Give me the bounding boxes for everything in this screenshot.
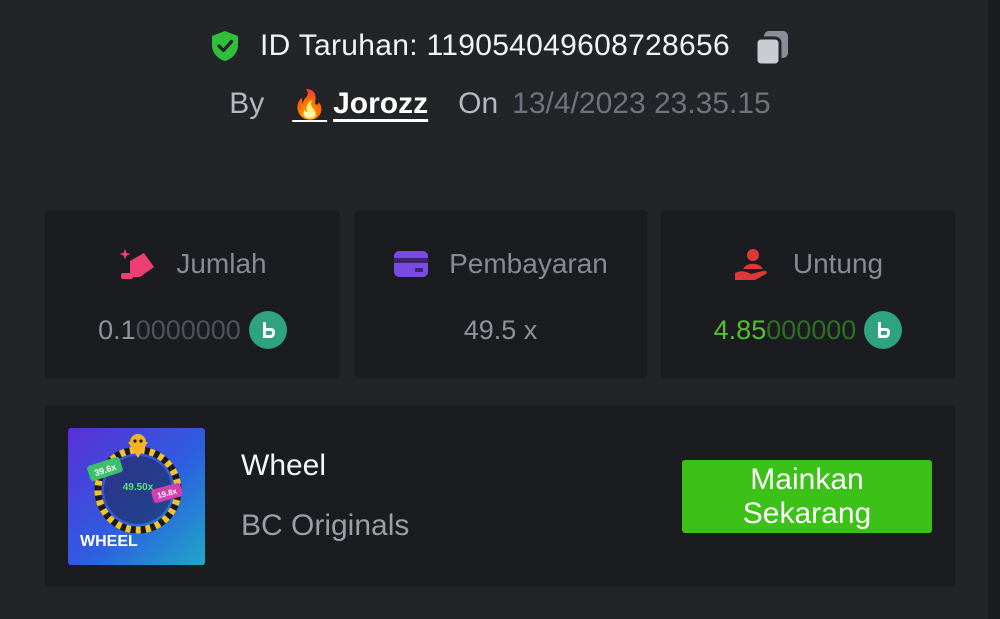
payout-value: 49.5 x (463, 314, 538, 345)
on-label: On (458, 87, 499, 120)
copy-icon[interactable] (752, 28, 792, 68)
game-name[interactable]: Wheel (241, 449, 326, 483)
stat-card-payout: Pembayaran 49.5 x (354, 210, 647, 378)
profit-value-decimals: 000000 (766, 314, 857, 345)
profit-value-main: 4.85 (713, 314, 767, 345)
game-thumbnail[interactable]: 49.50x 39.6x 19.8x WHEEL (68, 428, 205, 565)
game-card: 49.50x 39.6x 19.8x WHEEL Wheel BC Origin… (45, 405, 955, 587)
amount-value-decimals: 0000000 (135, 314, 241, 345)
bet-amount-icon (119, 249, 155, 279)
play-now-button[interactable]: Mainkan Sekarang (682, 460, 932, 533)
username-link[interactable]: 🔥 Jorozz (292, 87, 428, 121)
stat-label-profit: Untung (792, 248, 884, 279)
bc-coin-icon (248, 311, 287, 349)
stat-label-amount: Jumlah (176, 248, 267, 279)
bet-id-row: ID Taruhan: 119054049608728656 (0, 22, 1000, 70)
thumb-center-multiplier: 49.50x (123, 482, 154, 493)
by-label: By (229, 87, 265, 120)
bet-id-text: ID Taruhan: 119054049608728656 (260, 29, 730, 62)
author-row: By 🔥 Jorozz On 13/4/2023 23.35.15 (0, 82, 1000, 126)
thumb-wheel-title: WHEEL (80, 533, 138, 550)
wheel-game-image: 49.50x 39.6x 19.8x WHEEL (68, 428, 205, 565)
stat-label-payout: Pembayaran (449, 248, 608, 279)
game-provider: BC Originals (241, 509, 410, 542)
bet-date: 13/4/2023 23.35.15 (512, 87, 771, 120)
flame-icon: 🔥 (292, 88, 328, 120)
profit-hand-icon (734, 249, 767, 280)
verified-shield-icon (212, 31, 238, 61)
stat-card-amount: Jumlah 0.1 0000000 (45, 210, 340, 378)
card-icon (394, 251, 429, 277)
stat-card-profit: Untung 4.85 000000 (661, 210, 955, 378)
amount-value-main: 0.1 (98, 314, 136, 345)
bc-coin-icon (864, 311, 903, 349)
username: Jorozz (333, 87, 429, 120)
